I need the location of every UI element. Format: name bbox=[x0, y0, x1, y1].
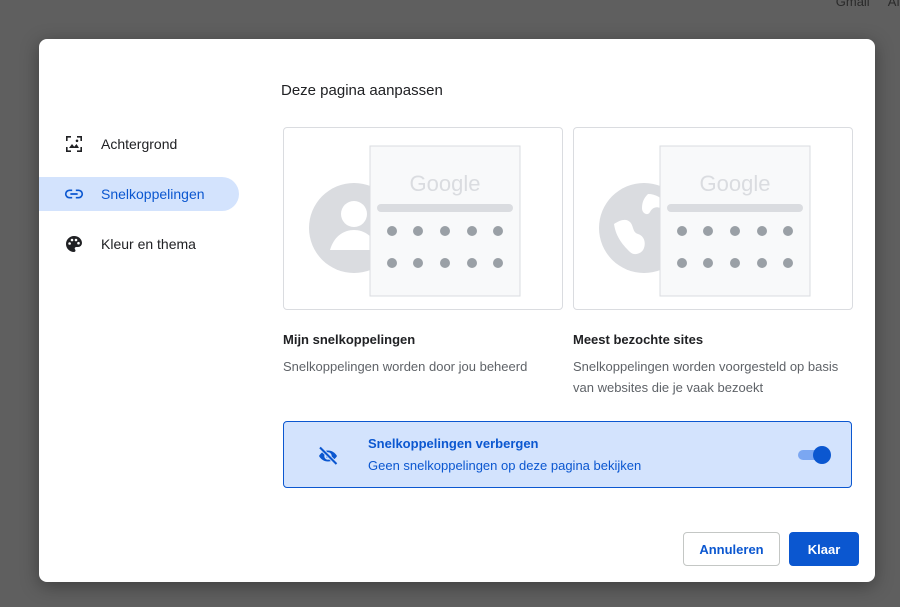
dialog-title: Deze pagina aanpassen bbox=[281, 82, 443, 99]
option-card-my-shortcuts[interactable]: Google bbox=[283, 127, 563, 310]
sidebar-item-label: Achtergrond bbox=[101, 136, 178, 152]
sidebar-item-shortcuts[interactable]: Snelkoppelingen bbox=[39, 177, 239, 211]
image-icon bbox=[64, 134, 84, 154]
sidebar-item-background[interactable]: Achtergrond bbox=[39, 127, 239, 161]
cancel-button[interactable]: Annuleren bbox=[683, 532, 780, 566]
backdrop-header-links: Gmail Af bbox=[818, 0, 900, 9]
gmail-link[interactable]: Gmail bbox=[836, 0, 870, 9]
hide-shortcuts-row[interactable]: Snelkoppelingen verbergen Geen snelkoppe… bbox=[283, 421, 852, 488]
eye-off-icon bbox=[317, 445, 339, 467]
sidebar-item-color-theme[interactable]: Kleur en thema bbox=[39, 227, 239, 261]
option-title-most-visited: Meest bezochte sites bbox=[573, 332, 704, 347]
option-desc-my-shortcuts: Snelkoppelingen worden door jou beheerd bbox=[283, 359, 528, 374]
option-desc-most-visited: Snelkoppelingen worden voorgesteld op ba… bbox=[573, 359, 839, 395]
toggle-knob bbox=[813, 446, 831, 464]
hide-shortcuts-title: Snelkoppelingen verbergen bbox=[368, 436, 539, 451]
option-title-my-shortcuts: Mijn snelkoppelingen bbox=[283, 332, 416, 347]
palette-icon bbox=[64, 234, 84, 254]
hide-shortcuts-toggle[interactable] bbox=[796, 444, 832, 466]
google-logo-preview: Google bbox=[410, 171, 481, 196]
done-button[interactable]: Klaar bbox=[789, 532, 859, 566]
google-logo-preview: Google bbox=[700, 171, 771, 196]
option-card-most-visited[interactable]: Google bbox=[573, 127, 853, 310]
sidebar-item-label: Snelkoppelingen bbox=[101, 186, 205, 202]
hide-shortcuts-subtitle: Geen snelkoppelingen op deze pagina beki… bbox=[368, 458, 642, 473]
customize-page-dialog: Deze pagina aanpassen Achtergrond Snelko… bbox=[39, 39, 875, 582]
apps-link[interactable]: Af bbox=[888, 0, 900, 9]
sidebar-item-label: Kleur en thema bbox=[101, 236, 196, 252]
link-icon bbox=[64, 184, 84, 204]
